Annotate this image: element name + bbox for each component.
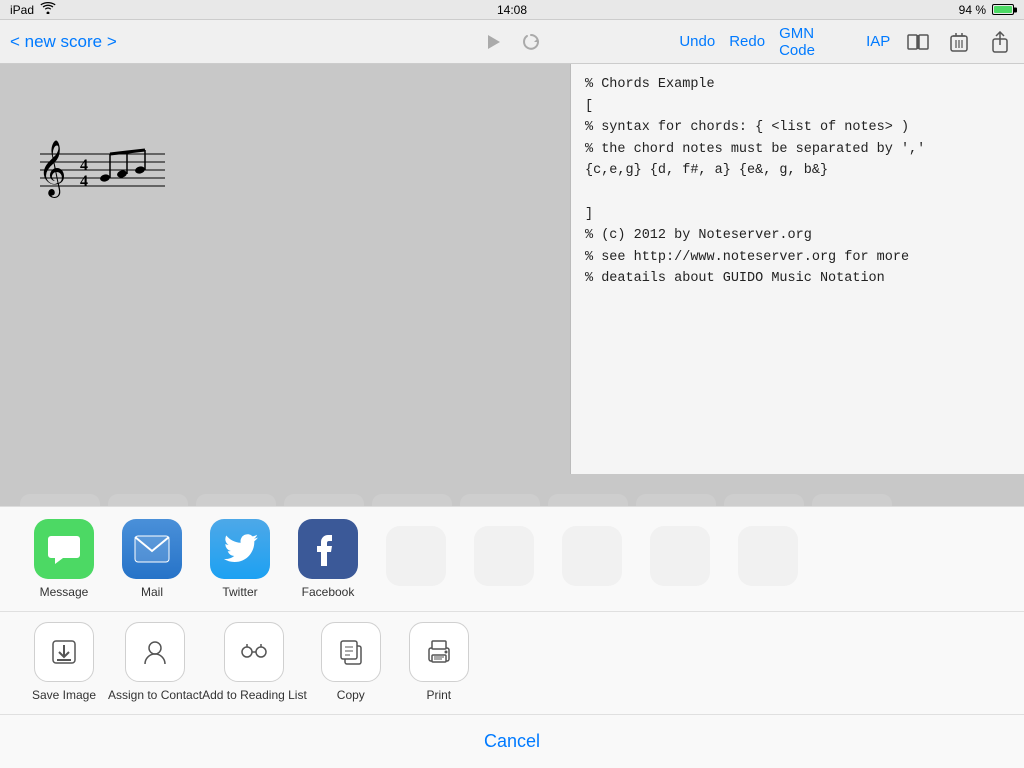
refresh-button[interactable]	[516, 27, 546, 57]
svg-text:4: 4	[80, 157, 88, 174]
faded-icon-1	[386, 526, 446, 586]
cancel-row: Cancel	[0, 715, 1024, 768]
faded-icon-2	[474, 526, 534, 586]
redo-button[interactable]: Redo	[729, 33, 765, 50]
status-time: 14:08	[497, 3, 527, 17]
svg-text:4: 4	[80, 173, 88, 190]
assign-contact-icon	[125, 622, 185, 682]
share-facebook-item[interactable]: Facebook	[284, 519, 372, 599]
share-more-item-1	[372, 526, 460, 592]
print-icon	[409, 622, 469, 682]
share-icon-button[interactable]	[987, 28, 1014, 56]
copy-label: Copy	[337, 688, 365, 704]
music-notation: 𝄞 4 4	[30, 134, 170, 219]
share-twitter-item[interactable]: Twitter	[196, 519, 284, 599]
device-label: iPad	[10, 3, 34, 17]
copy-item[interactable]: Copy	[307, 622, 395, 704]
app-icons-row: Message Mail Twitter	[0, 507, 1024, 612]
share-message-item[interactable]: Message	[20, 519, 108, 599]
twitter-icon	[210, 519, 270, 579]
reading-list-item[interactable]: Add to Reading List	[202, 622, 307, 704]
status-right: 94 %	[959, 3, 1014, 17]
mail-label: Mail	[141, 585, 163, 599]
facebook-label: Facebook	[302, 585, 355, 599]
assign-contact-label: Assign to Contact	[108, 688, 202, 704]
facebook-icon	[298, 519, 358, 579]
faded-icon-3	[562, 526, 622, 586]
share-more-item-3	[548, 526, 636, 592]
iap-button[interactable]: IAP	[866, 33, 890, 50]
delete-icon-button[interactable]	[946, 28, 973, 56]
battery-icon	[992, 4, 1014, 15]
faded-icon-4	[650, 526, 710, 586]
toolbar: < new score > Undo Redo GMN Code IAP	[0, 20, 1024, 64]
assign-contact-item[interactable]: Assign to Contact	[108, 622, 202, 704]
copy-icon	[321, 622, 381, 682]
share-more-item-2	[460, 526, 548, 592]
share-more-item-5	[724, 526, 812, 592]
message-icon	[34, 519, 94, 579]
book-icon-button[interactable]	[904, 28, 931, 56]
svg-text:𝄞: 𝄞	[38, 141, 66, 198]
main-content: 𝄞 4 4 % Chords Example [ % syntax for ch…	[0, 64, 1024, 474]
print-label: Print	[426, 688, 451, 704]
code-panel[interactable]: % Chords Example [ % syntax for chords: …	[570, 64, 1024, 474]
share-more-item-4	[636, 526, 724, 592]
save-image-icon	[34, 622, 94, 682]
share-mail-item[interactable]: Mail	[108, 519, 196, 599]
reading-list-icon	[224, 622, 284, 682]
battery-label: 94 %	[959, 3, 986, 17]
share-sheet: Message Mail Twitter	[0, 506, 1024, 768]
gmn-code-button[interactable]: GMN Code	[779, 25, 852, 59]
undo-button[interactable]: Undo	[679, 33, 715, 50]
faded-icon-5	[738, 526, 798, 586]
status-left: iPad	[10, 2, 56, 17]
mail-icon	[122, 519, 182, 579]
save-image-label: Save Image	[32, 688, 96, 704]
code-content: % Chords Example [ % syntax for chords: …	[585, 74, 1010, 290]
status-bar: iPad 14:08 94 %	[0, 0, 1024, 20]
cancel-button[interactable]: Cancel	[464, 727, 560, 756]
play-button[interactable]	[478, 27, 508, 57]
twitter-label: Twitter	[222, 585, 257, 599]
reading-list-label: Add to Reading List	[202, 688, 307, 704]
score-panel: 𝄞 4 4	[0, 64, 570, 474]
back-button[interactable]: < new score >	[10, 32, 117, 52]
save-image-item[interactable]: Save Image	[20, 622, 108, 704]
message-label: Message	[40, 585, 89, 599]
action-icons-row: Save Image Assign to Contact	[0, 612, 1024, 715]
wifi-icon	[40, 2, 56, 17]
print-item[interactable]: Print	[395, 622, 483, 704]
